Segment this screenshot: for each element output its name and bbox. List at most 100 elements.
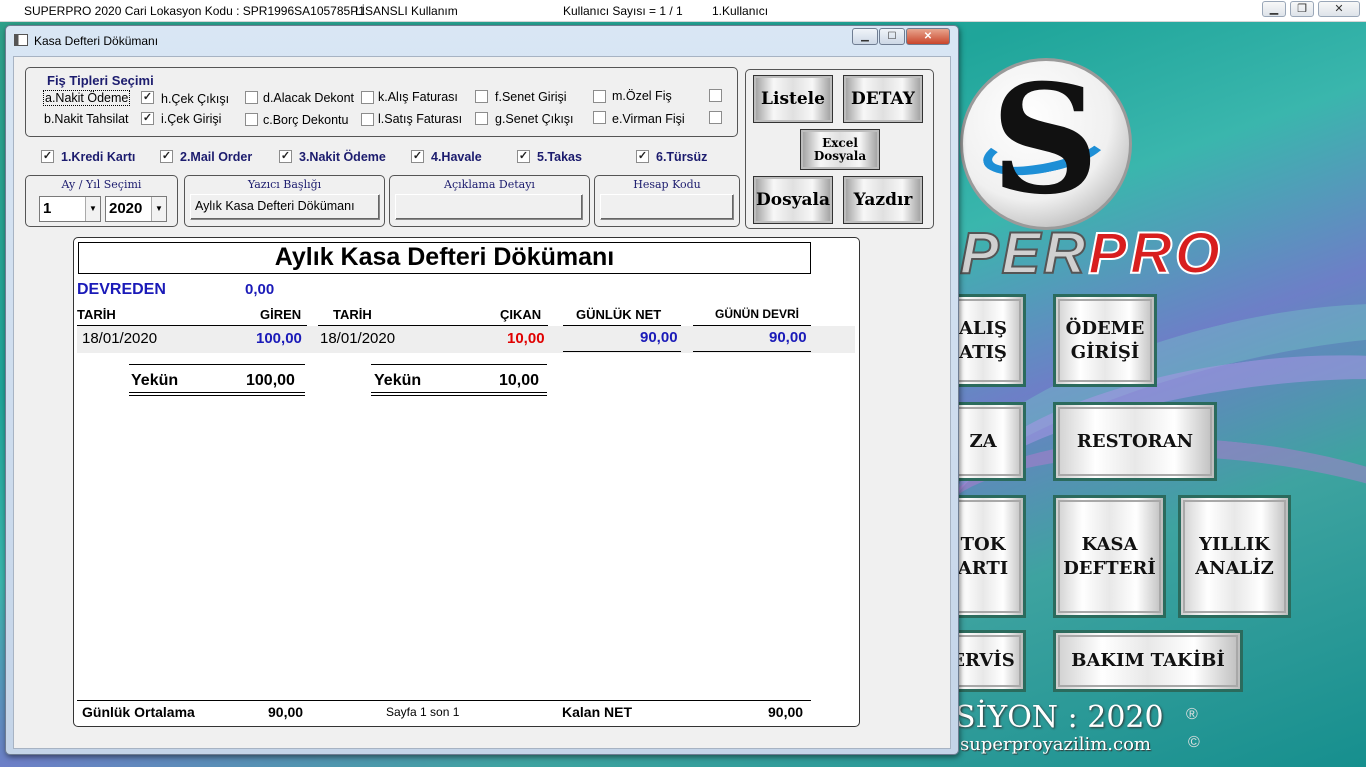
excel-dosyala-button[interactable]: Excel Dosyala [800,129,880,170]
devreden-label: DEVREDEN [77,281,166,298]
fis-h-cek-cikisi-label: h.Çek Çıkışı [161,92,230,106]
header-gunluk-net: GÜNLÜK NET [576,307,662,322]
fis-b-nakit-tahsilat-label: b.Nakit Tahsilat [44,112,129,126]
yekun-giren-label: Yekün [131,372,179,389]
version-text: SİYON : 2020 [955,700,1164,735]
aciklama-detayi-input[interactable] [395,194,583,220]
window-close-button[interactable]: ✕ [906,28,950,45]
row-gunluk-net: 90,00 [640,329,678,346]
fis-g-senet-cikisi-label: g.Senet Çıkışı [495,112,574,126]
fis-m-ozel-fis-checkbox[interactable] [709,89,722,102]
odeme-nakit-odeme-checkbox[interactable] [279,150,292,163]
menu-button-yillik-analiz[interactable]: YILLIK ANALİZ [1178,495,1291,618]
row-tarih-out: 18/01/2020 [320,330,396,347]
app-restore-button[interactable]: ❐ [1290,1,1314,17]
yazdir-button[interactable]: Yazdır [843,176,923,224]
fis-c-borc-dekontu-label: c.Borç Dekontu [263,113,349,127]
yekun-giren-value: 100,00 [246,372,295,389]
copyright-mark: © [1188,734,1200,751]
listele-button[interactable]: Listele [753,75,833,123]
ay-yil-title: Ay / Yıl Seçimi [61,178,142,191]
gunluk-ortalama-value: 90,00 [268,704,304,720]
header-tarih-in: TARİH [77,307,116,322]
row-gunun-devri: 90,00 [769,329,807,346]
table-row [77,326,855,353]
fis-g-senet-cikisi-checkbox[interactable] [593,111,606,124]
yazici-basligi-title: Yazıcı Başlığı [247,178,322,191]
registered-mark: ® [1186,706,1198,723]
odeme-mail-order-label: 2.Mail Order [180,150,253,164]
app-user-count: Kullanıcı Sayısı = 1 / 1 [563,4,683,18]
row-cikan: 10,00 [507,330,545,347]
fis-e-virman-fisi-checkbox[interactable] [709,111,722,124]
year-select[interactable]: 2020 ▼ [105,196,167,222]
app-title-bar: SUPERPRO 2020 Cari Lokasyon Kodu : SPR19… [0,0,1366,22]
fis-f-senet-girisi-label: f.Senet Girişi [495,90,567,104]
header-giren: GİREN [260,307,302,322]
kalan-net-value: 90,00 [768,704,804,720]
odeme-tursuz-checkbox[interactable] [636,150,649,163]
fis-f-senet-girisi-checkbox[interactable] [593,90,606,103]
website-link[interactable]: superproyazilim.com [960,734,1151,755]
odeme-mail-order-checkbox[interactable] [160,150,173,163]
odeme-havale-label: 4.Havale [431,150,482,164]
fis-l-satis-faturasi-checkbox[interactable] [475,112,488,125]
fis-a-nakit-odeme-checkbox[interactable] [141,91,154,104]
row-giren: 100,00 [256,330,302,347]
dosyala-button[interactable]: Dosyala [753,176,833,224]
odeme-takas-label: 5.Takas [537,150,582,164]
fis-c-borc-dekontu-checkbox[interactable] [361,113,374,126]
kalan-net-label: Kalan NET [562,704,633,720]
fis-k-alis-faturasi-label: k.Alış Faturası [378,90,458,104]
menu-button-kasa-defteri[interactable]: KASA DEFTERİ [1053,495,1166,618]
app-product-text: SUPERPRO 2020 Cari Lokasyon Kodu : SPR19… [24,4,365,18]
yekun-cikan-label: Yekün [374,372,422,389]
hesap-kodu-input[interactable] [600,194,734,220]
menu-button-odeme-girisi[interactable]: ÖDEME GİRİŞİ [1053,294,1157,387]
window-minimize-button[interactable]: ▁ [852,28,878,45]
menu-button-restoran[interactable]: RESTORAN [1053,402,1217,481]
app-license-text: LİSANSLI Kullanım [355,4,458,18]
aciklama-detayi-title: Açıklama Detayı [444,178,535,191]
gunluk-ortalama-label: Günlük Ortalama [82,704,195,720]
odeme-havale-checkbox[interactable] [411,150,424,163]
menu-button-bakim-takibi[interactable]: BAKIM TAKİBİ [1053,630,1243,692]
fis-k-alis-faturasi-checkbox[interactable] [475,90,488,103]
odeme-tursuz-label: 6.Türsüz [656,150,708,164]
fis-i-cek-girisi-checkbox[interactable] [245,113,258,126]
odeme-nakit-odeme-label: 3.Nakit Ödeme [299,150,386,164]
header-tarih-out: TARİH [333,307,372,322]
window-app-icon [14,34,28,46]
fis-h-cek-cikisi-checkbox[interactable] [245,91,258,104]
app-minimize-button[interactable]: ▁ [1262,1,1286,17]
odeme-kredi-karti-checkbox[interactable] [41,150,54,163]
superpro-logo-text: PERPRO [959,220,1223,287]
odeme-takas-checkbox[interactable] [517,150,530,163]
yazici-basligi-input[interactable]: Aylık Kasa Defteri Dökümanı [190,194,380,220]
header-cikan: ÇIKAN [500,307,542,322]
window-title: Kasa Defteri Dökümanı [34,34,159,48]
hesap-kodu-title: Hesap Kodu [633,178,701,191]
logo-s-icon: S [990,52,1100,228]
window-maximize-button[interactable]: ☐ [879,28,905,45]
header-gunun-devri: GÜNÜN DEVRİ [715,307,800,321]
fis-l-satis-faturasi-label: l.Satış Faturası [378,112,463,126]
fis-i-cek-girisi-label: i.Çek Girişi [161,112,222,126]
app-current-user: 1.Kullanıcı [712,4,769,18]
month-chevron-down-icon: ▼ [85,197,100,221]
yekun-cikan-value: 10,00 [499,372,540,389]
detay-button[interactable]: DETAY [843,75,923,123]
fis-m-ozel-fis-label: m.Özel Fiş [612,89,672,103]
year-chevron-down-icon: ▼ [151,197,166,221]
row-tarih-in: 18/01/2020 [82,330,158,347]
app-close-button[interactable]: ✕ [1318,1,1360,17]
fis-d-alacak-dekont-checkbox[interactable] [361,91,374,104]
fis-d-alacak-dekont-label: d.Alacak Dekont [263,91,355,105]
fis-b-nakit-tahsilat-checkbox[interactable] [141,112,154,125]
odeme-kredi-karti-label: 1.Kredi Kartı [61,150,136,164]
devreden-value: 0,00 [245,281,275,298]
fis-a-nakit-odeme-label: a.Nakit Ödeme [43,90,131,106]
fis-e-virman-fisi-label: e.Virman Fişi [612,112,685,126]
fis-tipleri-title: Fiş Tipleri Seçimi [43,73,158,88]
month-select[interactable]: 1 ▼ [39,196,101,222]
